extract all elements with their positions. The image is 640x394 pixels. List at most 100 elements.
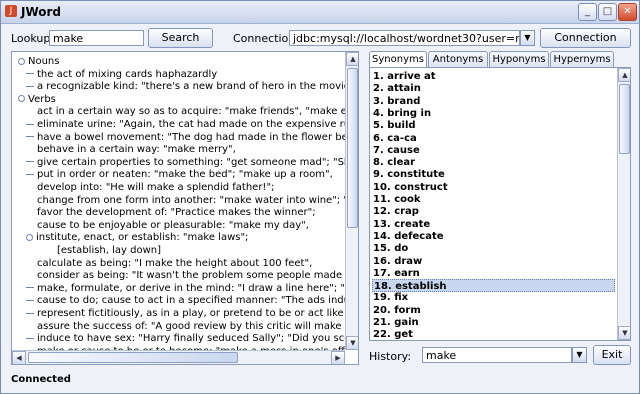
tree-row-text: the act of mixing cards haphazardly [37,68,218,80]
synonym-item[interactable]: 3. brand [372,95,616,108]
tree-row[interactable]: change from one form into another: "make… [26,194,345,207]
tree-row[interactable]: favor the development of: "Practice make… [26,206,316,219]
tree-vertical-scrollbar[interactable]: ▲ ▼ [345,52,358,350]
tree-node-handle-icon[interactable] [26,312,34,314]
scroll-up-arrow-icon[interactable]: ▲ [618,68,630,82]
tree-row[interactable]: eliminate urine: "Again, the cat had mad… [26,118,345,131]
connection-combo[interactable]: jdbc:mysql://localhost/wordnet30?user=ro… [289,30,520,46]
tree-vertical-scroll-thumb[interactable] [347,68,358,228]
synonym-item[interactable]: 1. arrive at [372,70,616,83]
tree-node-handle-icon[interactable] [26,173,34,175]
synonym-item[interactable]: 20. form [372,304,616,317]
tree-row[interactable]: cause to do; cause to act in a specified… [26,294,345,307]
synonym-item[interactable]: 18. establish [372,279,615,293]
tree-expand-handle-icon[interactable] [18,95,25,103]
scroll-down-arrow-icon[interactable]: ▼ [618,326,630,340]
tree-row-text: act in a certain way so as to acquire: "… [37,106,345,118]
synonym-item[interactable]: 21. gain [372,316,616,329]
scroll-right-arrow-icon[interactable]: ▶ [331,351,345,364]
tree-node-handle-icon[interactable] [26,337,34,339]
tree-node-handle-icon[interactable] [26,287,34,289]
connection-setup-button[interactable]: Connection setup [540,28,631,62]
tree-node-handle-icon[interactable] [26,136,34,138]
tree-node-handle-icon[interactable] [26,85,34,87]
tree-row[interactable]: behave in a certain way: "make merry", [26,143,236,156]
tree-row-text: induce to have sex: "Harry finally seduc… [37,333,345,345]
tree-row[interactable]: represent fictitiously, as in a play, or… [26,307,345,320]
tree-row-text: consider as being: "It wasn't the proble… [37,270,345,282]
synonym-item[interactable]: 10. construct [372,181,616,194]
tab-antonyms[interactable]: Antonyms [428,51,488,67]
tree-row-text: Nouns [28,56,60,67]
scroll-up-arrow-icon[interactable]: ▲ [346,52,358,66]
synonym-item[interactable]: 11. cook [372,193,616,206]
synonyms-vertical-scrollbar[interactable]: ▲ ▼ [617,68,630,340]
synonyms-scroll-thumb[interactable] [619,84,630,154]
synonym-item[interactable]: 4. bring in [372,107,616,120]
tab-hyponyms[interactable]: Hyponyms [489,51,549,67]
close-button[interactable]: ✕ [618,3,637,21]
tree-row[interactable]: cause to be enjoyable or pleasurable: "m… [26,219,309,232]
tree-horizontal-scrollbar[interactable]: ◀ ▶ [12,350,345,364]
tree-row[interactable]: give certain properties to something: "g… [26,156,345,169]
tree-row[interactable]: the act of mixing cards haphazardly [26,68,217,81]
synonym-item[interactable]: 7. cause [372,144,616,157]
connection-dropdown-arrow-icon[interactable]: ▼ [520,30,535,46]
lookup-label: Lookup: [11,32,55,45]
synonym-item[interactable]: 6. ca-ca [372,132,616,145]
synonym-item[interactable]: 13. create [372,218,616,231]
tree-row[interactable]: Verbs [18,93,56,106]
tree-row[interactable]: consider as being: "It wasn't the proble… [26,269,345,282]
synonym-item[interactable]: 17. earn [372,267,616,280]
tree-horizontal-scroll-thumb[interactable] [28,352,238,363]
tree-row[interactable]: a recognizable kind: "there's a new bran… [26,80,345,93]
tree-node-handle-icon[interactable] [26,73,34,75]
synonym-item[interactable]: 9. constitute [372,168,616,181]
tree-row-text: have a bowel movement: "The dog had made… [37,131,345,143]
title-bar[interactable]: J JWord _ □ ✕ [1,1,639,24]
minimize-button[interactable]: _ [578,3,597,21]
tree-row[interactable]: [establish, lay down] [46,244,161,257]
tree-row[interactable]: put in order or neaten: "make the bed"; … [26,168,333,181]
tree-node-handle-icon[interactable] [26,161,34,163]
scroll-down-arrow-icon[interactable]: ▼ [346,336,358,350]
lookup-input[interactable]: make [49,30,144,46]
history-dropdown-arrow-icon[interactable]: ▼ [572,347,587,363]
synonym-item[interactable]: 2. attain [372,82,616,95]
tree-row[interactable]: calculate as being: "I make the height a… [26,257,312,270]
synonym-item[interactable]: 19. fix [372,291,616,304]
status-text: Connected [11,374,71,385]
tree-expand-handle-icon[interactable] [18,57,25,65]
synonyms-list[interactable]: 1. arrive at 2. attain 3. brand 4. bring in… [369,67,631,341]
tree-row[interactable]: Nouns [18,55,59,68]
tree-row[interactable]: have a bowel movement: "The dog had made… [26,131,345,144]
definitions-tree[interactable]: Nouns the act of mixing cards haphazardly… [11,51,359,365]
tree-row[interactable]: act in a certain way so as to acquire: "… [26,105,345,118]
synonym-item[interactable]: 12. crap [372,205,616,218]
synonym-item[interactable]: 15. do [372,242,616,255]
exit-button[interactable]: Exit [593,345,631,365]
synonym-item[interactable]: 14. defecate [372,230,616,243]
tree-row[interactable]: make, formulate, or derive in the mind: … [26,282,345,295]
search-button[interactable]: Search [148,28,213,48]
tree-node-handle-icon[interactable] [26,123,34,125]
tree-node-handle-icon[interactable] [26,299,34,301]
tab-synonyms[interactable]: Synonyms [369,51,427,67]
synonym-item[interactable]: 22. get [372,328,616,340]
tree-row-text: calculate as being: "I make the height a… [37,257,313,269]
tree-row-text: give certain properties to something: "g… [37,156,345,168]
tab-hypernyms[interactable]: Hypernyms [550,51,614,67]
scroll-left-arrow-icon[interactable]: ◀ [12,351,26,364]
tree-row[interactable]: develop into: "He will make a splendid f… [26,181,274,194]
history-combo[interactable]: make [422,347,572,363]
tree-row[interactable]: induce to have sex: "Harry finally seduc… [26,332,345,345]
tree-row[interactable]: institute, enact, or establish: "make la… [26,231,248,244]
tree-row-text: eliminate urine: "Again, the cat had mad… [37,119,345,130]
synonym-item[interactable]: 5. build [372,119,616,132]
tree-row[interactable]: assure the success of: "A good review by… [26,320,345,333]
maximize-button[interactable]: □ [598,3,617,21]
synonym-item[interactable]: 16. draw [372,255,616,268]
tree-expand-handle-icon[interactable] [26,233,33,241]
tree-row-text: institute, enact, or establish: "make la… [36,232,249,244]
synonym-item[interactable]: 8. clear [372,156,616,169]
